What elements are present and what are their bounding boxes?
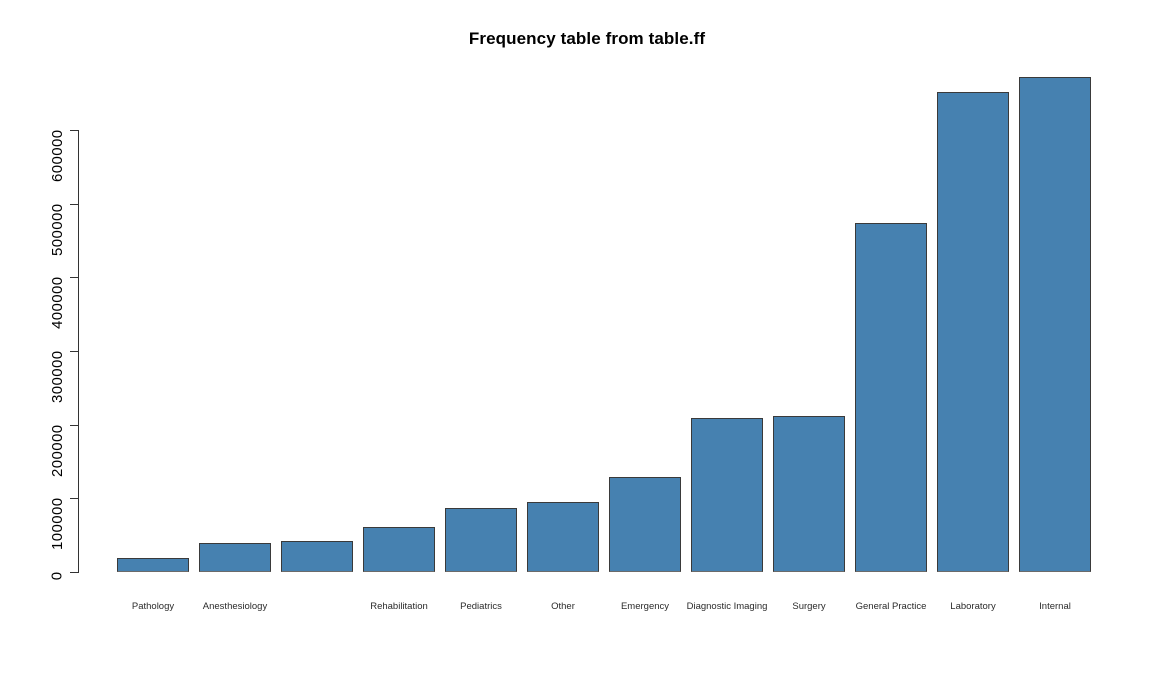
bar [281, 541, 353, 572]
bar [527, 502, 599, 572]
x-axis-tick-label: Other [551, 601, 575, 612]
bars-layer: Pathology Anesthesiology Rehabilitation Ped… [0, 0, 1174, 673]
bar [1019, 76, 1091, 572]
x-axis-tick-label: General Practice [855, 601, 927, 612]
x-axis-tick-label: Anesthesiology [202, 601, 268, 612]
x-axis-tick-label: Emergency [620, 601, 670, 612]
x-axis-tick-label: Laboratory [950, 601, 996, 612]
plot-area: Frequency table from table.ff 0 100000 200… [0, 0, 1174, 673]
bar [363, 527, 435, 572]
bar [609, 476, 681, 572]
x-axis-tick-label: Pediatrics [460, 601, 502, 612]
bar [117, 558, 189, 572]
x-axis-tick-label: Diagnostic Imaging [686, 601, 768, 612]
x-axis-tick-label: Rehabilitation [370, 601, 428, 612]
bar [691, 418, 763, 572]
bar [937, 91, 1009, 572]
bar [445, 507, 517, 572]
bar [199, 543, 271, 572]
x-axis-tick-label: Surgery [792, 601, 826, 612]
bar [855, 222, 927, 572]
x-axis-tick-label: Internal [1039, 601, 1071, 612]
x-axis-tick-label: Pathology [131, 601, 175, 612]
bar [773, 415, 845, 572]
